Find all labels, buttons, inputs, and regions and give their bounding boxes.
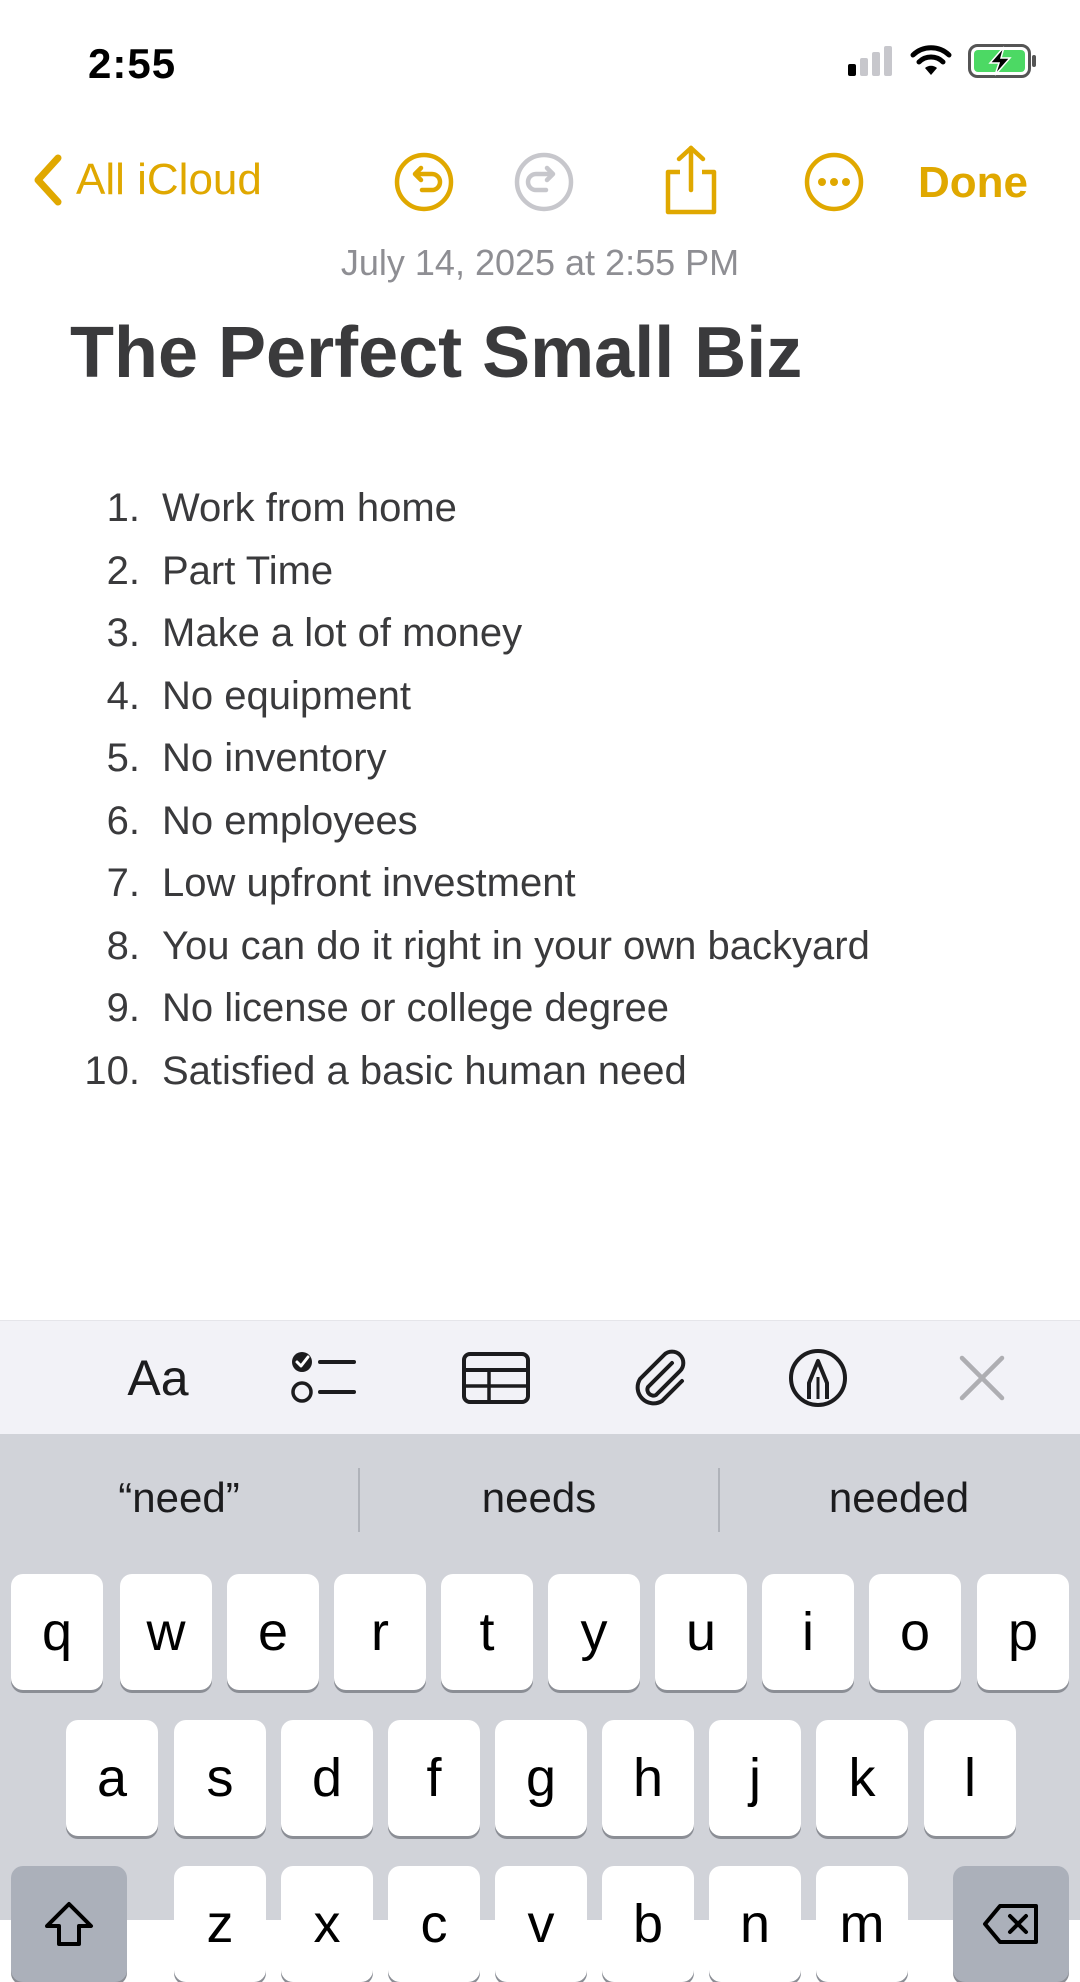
redo-icon[interactable] xyxy=(512,150,576,214)
list-item[interactable]: 9. No license or college degree xyxy=(0,978,1080,1041)
chevron-left-icon xyxy=(34,154,62,206)
back-button[interactable]: All iCloud xyxy=(30,152,262,208)
key-q[interactable]: q xyxy=(11,1574,103,1690)
list-item[interactable]: 5. No inventory xyxy=(0,728,1080,791)
list-item-number: 5. xyxy=(106,736,140,780)
checklist-icon xyxy=(291,1352,356,1403)
list-item-text: No equipment xyxy=(162,673,412,718)
key-m[interactable]: m xyxy=(816,1866,908,1982)
format-toolbar: Aa xyxy=(0,1320,1080,1435)
list-item-text: Make a lot of money xyxy=(162,611,523,655)
close-icon xyxy=(959,1355,1005,1401)
list-item-number: 2. xyxy=(106,548,140,593)
list-item[interactable]: 1. Work from home xyxy=(0,478,1080,541)
key-g[interactable]: g xyxy=(495,1720,587,1836)
shift-key[interactable] xyxy=(11,1866,127,1982)
key-p[interactable]: p xyxy=(977,1574,1069,1690)
list-item-text: No inventory xyxy=(162,736,387,780)
list-item-text: No license or college degree xyxy=(162,986,669,1030)
list-item-text: No employees xyxy=(162,798,418,843)
share-icon[interactable] xyxy=(658,144,724,216)
paperclip-icon xyxy=(635,1349,686,1406)
suggestion-needs[interactable]: needs xyxy=(360,1474,718,1522)
text-format-button[interactable]: Aa xyxy=(120,1343,196,1413)
key-t[interactable]: t xyxy=(441,1574,533,1690)
key-j[interactable]: j xyxy=(709,1720,801,1836)
attachment-button[interactable] xyxy=(622,1343,698,1413)
keyboard: “need” needs needed q w e r t y u i o p … xyxy=(0,1434,1080,1982)
list-item-number: 7. xyxy=(106,861,140,905)
table-icon xyxy=(462,1352,530,1404)
table-button[interactable] xyxy=(458,1343,534,1413)
key-k[interactable]: k xyxy=(816,1720,908,1836)
battery-charging-icon xyxy=(968,44,1036,78)
list-item-text: You can do it right in your own backyard xyxy=(162,923,870,968)
list-item[interactable]: 8. You can do it right in your own backya… xyxy=(0,916,1080,979)
key-y[interactable]: y xyxy=(548,1574,640,1690)
undo-icon[interactable] xyxy=(392,150,456,214)
suggestion-needed[interactable]: needed xyxy=(720,1474,1078,1522)
close-toolbar-button[interactable] xyxy=(944,1343,1020,1413)
list-item[interactable]: 10. Satisfied a basic human need xyxy=(0,1041,1080,1104)
note-title[interactable]: The Perfect Small Biz xyxy=(70,312,802,394)
list-item-number: 6. xyxy=(106,798,140,843)
checklist-button[interactable] xyxy=(286,1343,362,1413)
list-item-number: 8. xyxy=(106,923,140,968)
key-l[interactable]: l xyxy=(924,1720,1016,1836)
key-x[interactable]: x xyxy=(281,1866,373,1982)
key-b[interactable]: b xyxy=(602,1866,694,1982)
list-item-number: 1. xyxy=(106,486,140,530)
key-r[interactable]: r xyxy=(334,1574,426,1690)
key-f[interactable]: f xyxy=(388,1720,480,1836)
list-item[interactable]: 2. Part Time xyxy=(0,541,1080,604)
list-item-number: 4. xyxy=(106,673,140,718)
status-bar: 2:55 xyxy=(0,0,1080,130)
key-a[interactable]: a xyxy=(66,1720,158,1836)
key-e[interactable]: e xyxy=(227,1574,319,1690)
list-item-number: 9. xyxy=(106,986,140,1030)
wifi-icon xyxy=(910,45,952,75)
cellular-signal-icon xyxy=(848,46,892,76)
key-u[interactable]: u xyxy=(655,1574,747,1690)
backspace-icon xyxy=(983,1904,1038,1944)
list-item[interactable]: 3. Make a lot of money xyxy=(0,603,1080,666)
key-w[interactable]: w xyxy=(120,1574,212,1690)
text-format-label: Aa xyxy=(127,1350,189,1406)
suggestion-quoted[interactable]: “need” xyxy=(0,1474,358,1522)
status-icons xyxy=(848,44,1038,78)
back-label: All iCloud xyxy=(76,155,262,204)
list-item-text: Low upfront investment xyxy=(162,861,576,905)
key-d[interactable]: d xyxy=(281,1720,373,1836)
key-s[interactable]: s xyxy=(174,1720,266,1836)
nav-bar: All iCloud Done xyxy=(0,140,1080,230)
note-list[interactable]: 1. Work from home 2. Part Time 3. Make a lo… xyxy=(0,478,1080,1103)
markup-button[interactable] xyxy=(780,1343,856,1413)
predictive-suggestions: “need” needs needed xyxy=(0,1434,1080,1568)
list-item[interactable]: 6. No employees xyxy=(0,791,1080,854)
shift-arrow-icon xyxy=(45,1902,93,1946)
status-time: 2:55 xyxy=(88,40,177,87)
list-item-number: 10. xyxy=(84,1048,140,1093)
key-z[interactable]: z xyxy=(174,1866,266,1982)
list-item-text: Satisfied a basic human need xyxy=(162,1048,687,1093)
list-item[interactable]: 4. No equipment xyxy=(0,666,1080,729)
key-v[interactable]: v xyxy=(495,1866,587,1982)
list-item-text: Work from home xyxy=(162,486,457,530)
done-button[interactable]: Done xyxy=(918,158,1028,208)
key-i[interactable]: i xyxy=(762,1574,854,1690)
more-options-icon[interactable] xyxy=(802,150,866,214)
list-item[interactable]: 7. Low upfront investment xyxy=(0,853,1080,916)
key-o[interactable]: o xyxy=(869,1574,961,1690)
key-h[interactable]: h xyxy=(602,1720,694,1836)
markup-pen-icon xyxy=(789,1349,847,1407)
key-n[interactable]: n xyxy=(709,1866,801,1982)
list-item-number: 3. xyxy=(106,611,140,655)
delete-key[interactable] xyxy=(953,1866,1069,1982)
note-date: July 14, 2025 at 2:55 PM xyxy=(340,242,740,283)
key-c[interactable]: c xyxy=(388,1866,480,1982)
list-item-text: Part Time xyxy=(162,548,334,593)
